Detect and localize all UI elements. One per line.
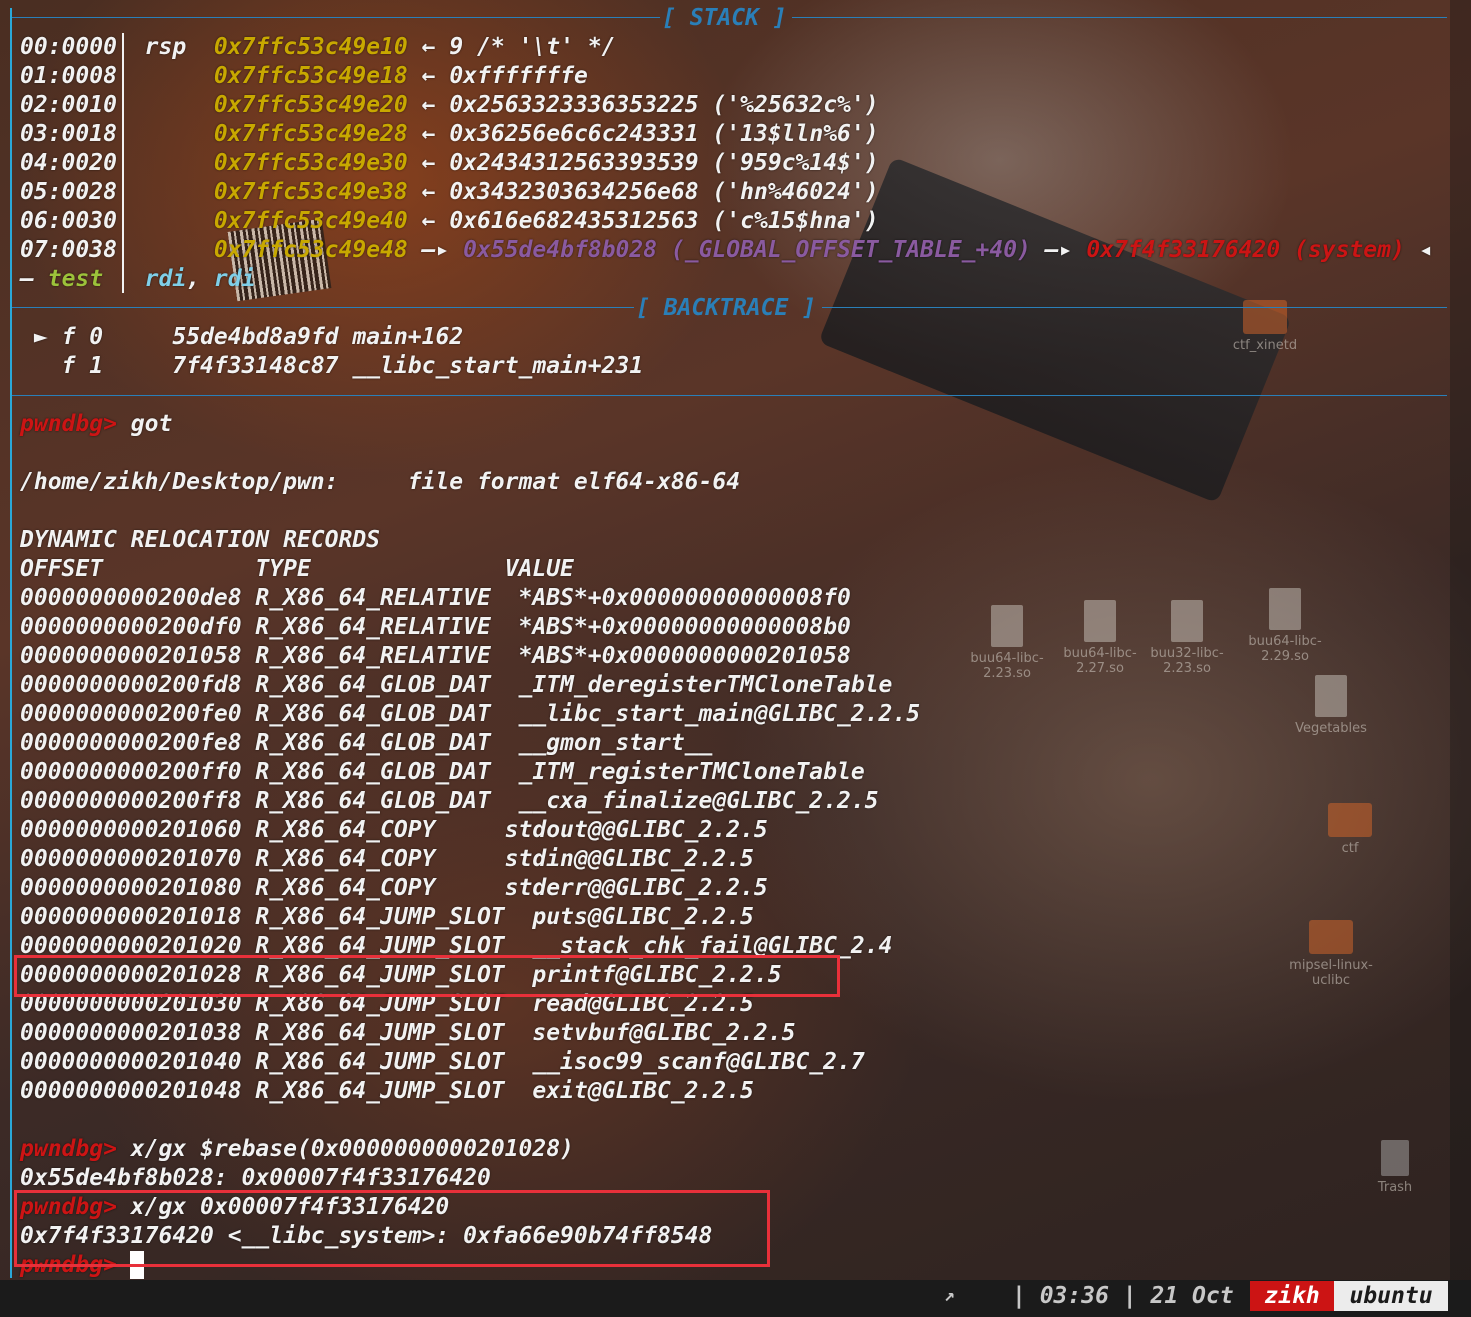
command-output: 0x55de4bf8b028: 0x00007f4f33176420	[20, 1165, 491, 1191]
stack-section-title: [ STACK ]	[662, 5, 787, 31]
status-time: | 03:36 | 21 Oct	[1012, 1283, 1234, 1309]
backtrace-frame: f 1 7f4f33148c87 __libc_start_main+231	[61, 353, 644, 379]
reloc-row: 0000000000201070 R_X86_64_COPY stdin@@GL…	[20, 846, 754, 872]
reloc-row: 0000000000201018 R_X86_64_JUMP_SLOT puts…	[20, 904, 754, 930]
highlight-box-printf	[14, 955, 840, 997]
stack-row: 02:0010 0x7ffc53c49e20 ← 0x2563323336353…	[20, 92, 879, 118]
terminal-window[interactable]: [ STACK ] 00:0000 rsp 0x7ffc53c49e10 ← 9…	[0, 0, 1450, 1280]
stack-row: 04:0020 0x7ffc53c49e30 ← 0x2434312563393…	[20, 150, 879, 176]
current-frame-icon: ►	[33, 324, 48, 350]
prompt: pwndbg>	[20, 1136, 117, 1162]
reloc-row: 0000000000201080 R_X86_64_COPY stderr@@G…	[20, 875, 768, 901]
reloc-row: 0000000000200fe0 R_X86_64_GLOB_DAT __lib…	[20, 701, 921, 727]
command-line: pwndbg> x/gx $rebase(0x0000000000201028)	[20, 1136, 574, 1162]
command-line: pwndbg> got	[20, 411, 173, 437]
reloc-row: 0000000000201058 R_X86_64_RELATIVE *ABS*…	[20, 643, 851, 669]
highlight-box-system	[14, 1190, 770, 1267]
disasm-line: — test rdi, rdi	[20, 266, 256, 292]
backtrace-frame: ► f 0 55de4bd8a9fd main+162	[33, 324, 464, 350]
reloc-title: DYNAMIC RELOCATION RECORDS	[20, 527, 381, 553]
reloc-row: 0000000000200ff0 R_X86_64_GLOB_DAT _ITM_…	[20, 759, 865, 785]
context-end-separator	[12, 395, 1447, 396]
reloc-row: 0000000000200ff8 R_X86_64_GLOB_DAT __cxa…	[20, 788, 879, 814]
stack-separator-right	[792, 17, 1447, 18]
status-arrow-icon: ↗	[944, 1285, 955, 1306]
status-host: ubuntu	[1334, 1281, 1448, 1311]
window-edge	[1450, 0, 1471, 1280]
reloc-row: 0000000000200de8 R_X86_64_RELATIVE *ABS*…	[20, 585, 851, 611]
reloc-row: 0000000000200fe8 R_X86_64_GLOB_DAT __gmo…	[20, 730, 713, 756]
reloc-row: 0000000000201060 R_X86_64_COPY stdout@@G…	[20, 817, 768, 843]
backtrace-section-title: [ BACKTRACE ]	[636, 295, 817, 321]
backtrace-separator-right	[822, 307, 1447, 308]
reloc-row: 0000000000201040 R_X86_64_JUMP_SLOT __is…	[20, 1049, 865, 1075]
stack-row: 06:0030 0x7ffc53c49e40 ← 0x616e682435312…	[20, 208, 879, 234]
stack-row: 00:0000 rsp 0x7ffc53c49e10 ← 9 /* '\t' *…	[20, 34, 616, 60]
prompt: pwndbg>	[20, 411, 117, 437]
reloc-row: 0000000000201038 R_X86_64_JUMP_SLOT setv…	[20, 1020, 796, 1046]
stack-row: 03:0018 0x7ffc53c49e28 ← 0x36256e6c6c243…	[20, 121, 879, 147]
stack-row: 01:0008 0x7ffc53c49e18 ← 0xfffffffe	[20, 63, 588, 89]
reloc-header: OFFSET TYPE VALUE	[20, 556, 574, 582]
reloc-row: 0000000000200fd8 R_X86_64_GLOB_DAT _ITM_…	[20, 672, 893, 698]
stack-row: 05:0028 0x7ffc53c49e38 ← 0x3432303634256…	[20, 179, 879, 205]
backtrace-separator-left	[12, 307, 634, 308]
file-format-line: /home/zikh/Desktop/pwn: file format elf6…	[20, 469, 741, 495]
stack-separator-left	[12, 17, 660, 18]
status-user: zikh	[1250, 1281, 1334, 1311]
reloc-row: 0000000000201048 R_X86_64_JUMP_SLOT exit…	[20, 1078, 754, 1104]
reloc-row: 0000000000200df0 R_X86_64_RELATIVE *ABS*…	[20, 614, 851, 640]
stack-row-got: 07:0038 0x7ffc53c49e48 —▸ 0x55de4bf8b028…	[20, 237, 1433, 263]
terminal-left-border	[10, 8, 12, 1278]
